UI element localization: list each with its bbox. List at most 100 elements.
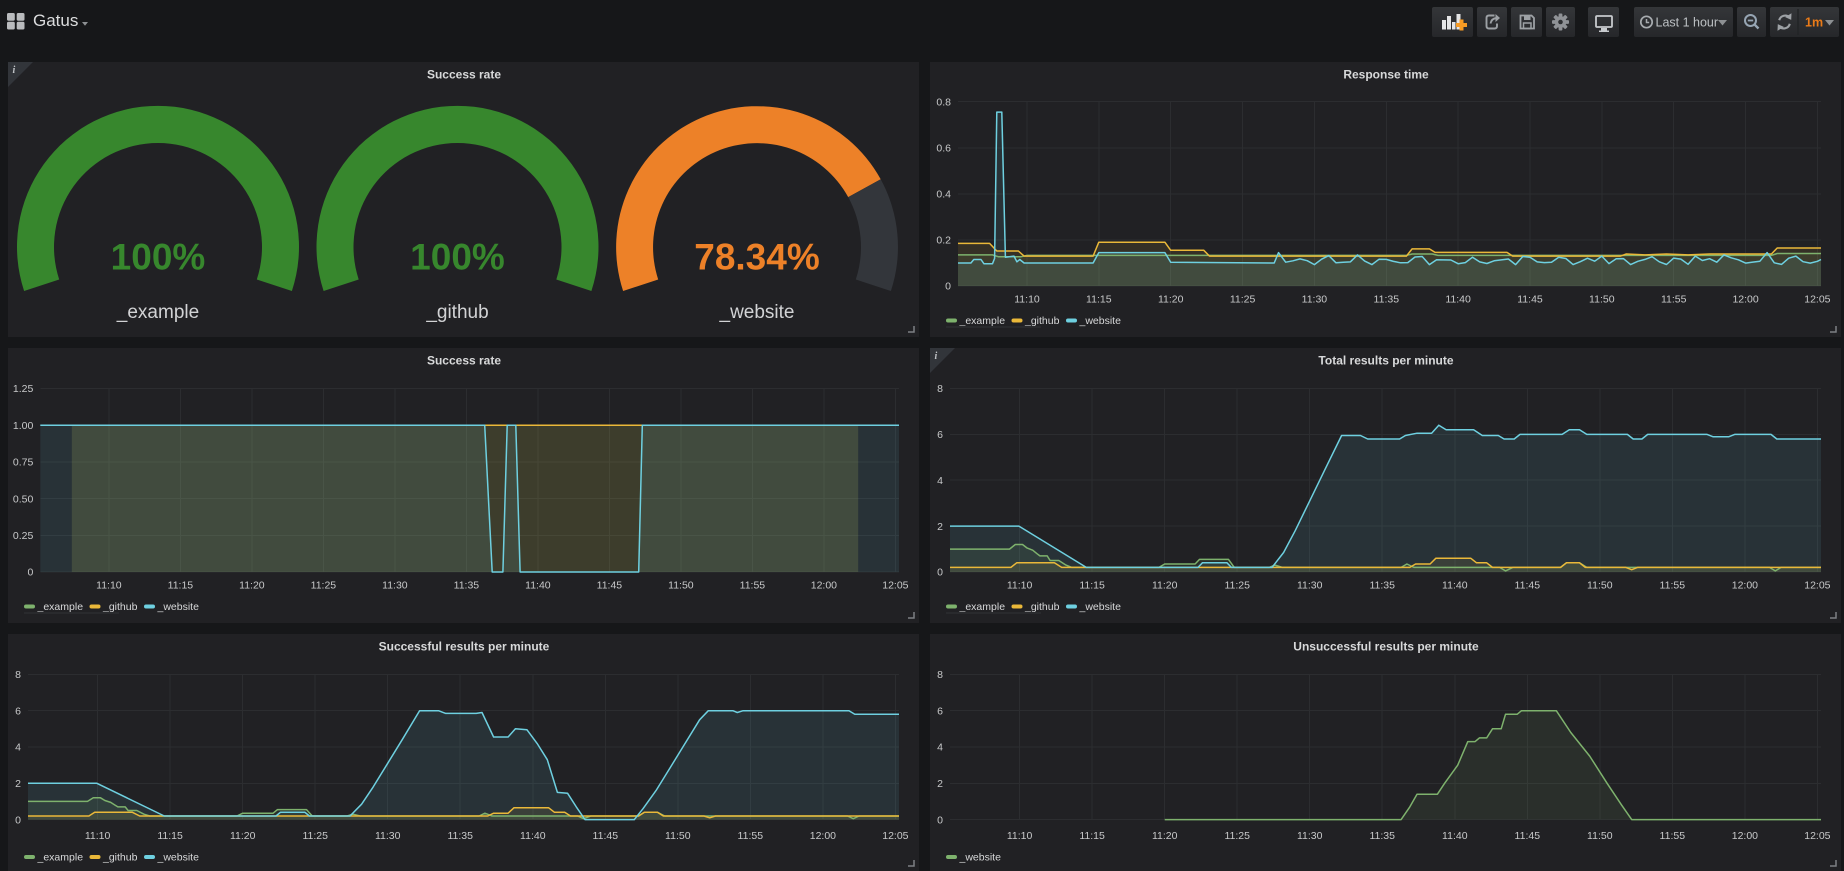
svg-text:1.00: 1.00: [13, 420, 34, 432]
svg-text:0: 0: [937, 814, 943, 826]
svg-text:11:50: 11:50: [1589, 294, 1615, 306]
svg-text:i: i: [13, 65, 16, 76]
svg-text:4: 4: [937, 742, 943, 754]
svg-text:2: 2: [937, 521, 943, 533]
svg-text:0: 0: [945, 281, 951, 293]
svg-text:11:40: 11:40: [1442, 830, 1468, 842]
svg-text:0.8: 0.8: [936, 96, 951, 108]
svg-text:11:35: 11:35: [454, 580, 480, 592]
svg-text:_github: _github: [102, 601, 138, 613]
svg-text:0.2: 0.2: [936, 235, 951, 247]
svg-text:11:20: 11:20: [239, 580, 265, 592]
svg-text:11:40: 11:40: [1445, 294, 1471, 306]
svg-text:100%: 100%: [410, 237, 505, 278]
svg-text:12:00: 12:00: [1732, 580, 1758, 592]
svg-text:11:20: 11:20: [1152, 580, 1178, 592]
svg-text:Success rate: Success rate: [427, 68, 501, 82]
svg-text:_website: _website: [157, 601, 200, 613]
svg-text:Response time: Response time: [1343, 68, 1429, 82]
svg-text:11:55: 11:55: [1661, 294, 1687, 306]
svg-text:11:30: 11:30: [1297, 580, 1323, 592]
svg-text:11:30: 11:30: [1302, 294, 1328, 306]
svg-text:12:05: 12:05: [1804, 294, 1830, 306]
svg-text:11:35: 11:35: [447, 830, 473, 842]
svg-text:8: 8: [15, 669, 21, 681]
svg-text:11:55: 11:55: [740, 580, 766, 592]
svg-text:100%: 100%: [111, 237, 206, 278]
svg-text:11:40: 11:40: [520, 830, 546, 842]
svg-text:11:20: 11:20: [230, 830, 256, 842]
svg-text:11:30: 11:30: [382, 580, 408, 592]
svg-text:Last 1 hour: Last 1 hour: [1656, 15, 1719, 29]
svg-text:12:05: 12:05: [1804, 830, 1830, 842]
svg-text:11:20: 11:20: [1158, 294, 1184, 306]
svg-text:_example: _example: [37, 601, 84, 613]
svg-text:i: i: [935, 351, 938, 362]
svg-text:Unsuccessful results per minut: Unsuccessful results per minute: [1293, 640, 1479, 654]
svg-text:11:40: 11:40: [525, 580, 551, 592]
svg-text:_example: _example: [37, 852, 84, 864]
svg-text:11:15: 11:15: [168, 580, 194, 592]
svg-text:0: 0: [937, 567, 943, 579]
svg-text:12:05: 12:05: [882, 580, 908, 592]
svg-text:0: 0: [27, 567, 33, 579]
svg-text:_website: _website: [719, 302, 795, 323]
svg-text:_github: _github: [102, 852, 138, 864]
svg-text:Total results per minute: Total results per minute: [1318, 354, 1453, 368]
svg-text:_github: _github: [1024, 315, 1060, 327]
svg-text:11:15: 11:15: [1086, 294, 1112, 306]
svg-text:11:25: 11:25: [311, 580, 337, 592]
svg-text:11:55: 11:55: [1660, 580, 1686, 592]
svg-text:11:45: 11:45: [1517, 294, 1543, 306]
svg-text:11:35: 11:35: [1374, 294, 1400, 306]
svg-text:_website: _website: [157, 852, 200, 864]
svg-text:11:45: 11:45: [597, 580, 623, 592]
svg-text:11:30: 11:30: [1297, 830, 1323, 842]
svg-text:11:20: 11:20: [1152, 830, 1178, 842]
svg-text:11:25: 11:25: [1224, 830, 1250, 842]
svg-text:11:25: 11:25: [302, 830, 328, 842]
svg-text:11:15: 11:15: [1079, 580, 1105, 592]
svg-text:11:15: 11:15: [1079, 830, 1105, 842]
svg-text:_github: _github: [1024, 601, 1060, 613]
svg-text:_example: _example: [959, 601, 1006, 613]
svg-text:11:35: 11:35: [1369, 830, 1395, 842]
svg-text:11:50: 11:50: [668, 580, 694, 592]
svg-text:Successful results per minute: Successful results per minute: [379, 640, 550, 654]
svg-text:0.6: 0.6: [936, 143, 951, 155]
svg-text:11:10: 11:10: [1014, 294, 1040, 306]
svg-text:11:50: 11:50: [1587, 830, 1613, 842]
svg-text:12:05: 12:05: [882, 830, 908, 842]
svg-text:_website: _website: [1079, 601, 1122, 613]
svg-text:11:25: 11:25: [1230, 294, 1256, 306]
svg-text:11:10: 11:10: [85, 830, 111, 842]
svg-text:11:50: 11:50: [1587, 580, 1613, 592]
svg-text:Gatus: Gatus: [33, 11, 78, 30]
svg-text:11:55: 11:55: [738, 830, 764, 842]
svg-text:0.75: 0.75: [13, 457, 34, 469]
svg-text:1.25: 1.25: [13, 383, 34, 395]
svg-text:11:30: 11:30: [375, 830, 401, 842]
svg-text:11:10: 11:10: [96, 580, 122, 592]
svg-text:0: 0: [15, 814, 21, 826]
svg-text:11:50: 11:50: [665, 830, 691, 842]
svg-text:_example: _example: [116, 302, 199, 323]
svg-text:11:25: 11:25: [1224, 580, 1250, 592]
svg-text:11:10: 11:10: [1007, 830, 1033, 842]
svg-text:11:55: 11:55: [1660, 830, 1686, 842]
svg-text:2: 2: [937, 778, 943, 790]
svg-text:6: 6: [937, 705, 943, 717]
svg-text:11:45: 11:45: [1515, 580, 1541, 592]
svg-text:12:00: 12:00: [1732, 830, 1758, 842]
svg-text:0.25: 0.25: [13, 530, 34, 542]
svg-text:2: 2: [15, 778, 21, 790]
svg-text:6: 6: [15, 705, 21, 717]
svg-text:8: 8: [937, 669, 943, 681]
svg-text:11:35: 11:35: [1369, 580, 1395, 592]
svg-text:12:00: 12:00: [811, 580, 837, 592]
svg-text:11:40: 11:40: [1442, 580, 1468, 592]
svg-text:Success rate: Success rate: [427, 354, 501, 368]
svg-text:_example: _example: [959, 315, 1006, 327]
svg-text:11:45: 11:45: [593, 830, 619, 842]
svg-text:_github: _github: [425, 302, 488, 323]
